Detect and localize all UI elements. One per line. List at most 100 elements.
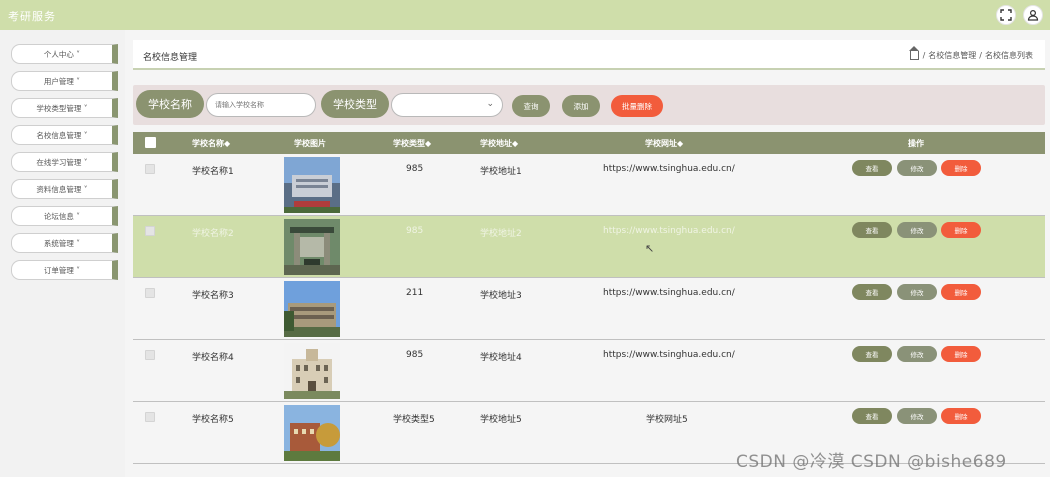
school-name: 学校名称2 [192,229,234,239]
row-checkbox[interactable] [145,226,155,236]
sidebar-item-orders[interactable]: 订单管理 ˅ [11,260,118,280]
column-header-address[interactable]: 学校地址◆ [480,138,518,149]
delete-button[interactable]: 删除 [941,284,981,300]
user-icon[interactable] [1023,5,1043,25]
breadcrumb-separator: / [922,51,926,60]
view-button[interactable]: 查看 [852,160,892,176]
sidebar-item-label: 在线学习管理 ˅ [36,157,88,167]
fullscreen-icon[interactable] [996,5,1016,25]
school-url: https://www.tsinghua.edu.cn/ [603,350,735,360]
mouse-cursor-icon: ↖ [645,242,655,255]
edit-button[interactable]: 修改 [897,408,937,424]
select-all-checkbox[interactable] [145,137,156,148]
school-name: 学校名称4 [192,353,234,363]
sidebar-item-label: 用户管理 ˅ [43,76,81,86]
add-button[interactable]: 添加 [562,95,600,117]
school-address: 学校地址4 [480,353,522,363]
sidebar-item-label: 名校信息管理 ˅ [36,130,88,140]
sidebar-item-label: 论坛信息 ˅ [43,211,81,221]
sidebar: 个人中心 ˅ 用户管理 ˅ 学校类型管理 ˅ 名校信息管理 ˅ 在线学习管理 ˅… [0,30,125,477]
row-checkbox[interactable] [145,412,155,422]
breadcrumb-item[interactable]: 名校信息管理 [928,50,976,61]
app-title: 考研服务 [8,10,56,23]
school-name: 学校名称1 [192,167,234,177]
query-button[interactable]: 查询 [512,95,550,117]
school-name-label: 学校名称 [136,90,204,118]
delete-button[interactable]: 删除 [941,222,981,238]
school-image [284,405,340,461]
column-header-actions: 操作 [908,139,924,148]
sidebar-item-school-type-management[interactable]: 学校类型管理 ˅ [11,98,118,118]
school-url: 学校网址5 [646,415,688,425]
view-button[interactable]: 查看 [852,408,892,424]
school-url: https://www.tsinghua.edu.cn/ [603,164,735,174]
column-header-url[interactable]: 学校网址◆ [645,138,683,149]
school-type: 985 [406,226,424,236]
breadcrumb-item-current: 名校信息列表 [985,51,1033,60]
chevron-down-icon: ⌄ [486,99,494,109]
title-bar: 名校信息管理 / 名校信息管理 / 名校信息列表 [133,40,1045,70]
school-name: 学校名称5 [192,415,234,425]
edit-button[interactable]: 修改 [897,160,937,176]
batch-delete-button[interactable]: 批量删除 [611,95,663,117]
view-button[interactable]: 查看 [852,222,892,238]
row-checkbox[interactable] [145,288,155,298]
sidebar-item-user-management[interactable]: 用户管理 ˅ [11,71,118,91]
edit-button[interactable]: 修改 [897,284,937,300]
watermark: CSDN @冷漠 CSDN @bishe689 [736,452,1007,472]
school-url: https://www.tsinghua.edu.cn/ [603,288,735,298]
sidebar-item-label: 资料信息管理 ˅ [36,184,88,194]
search-bar: 学校名称 学校类型 ⌄ 查询 添加 批量删除 [133,85,1045,125]
school-type: 211 [406,288,424,298]
school-type: 985 [406,164,424,174]
main-content: 名校信息管理 / 名校信息管理 / 名校信息列表 学校名称 学校类型 ⌄ 查询 … [125,30,1050,477]
breadcrumb-separator: / [979,51,982,60]
top-header: 考研服务 [0,0,1050,30]
school-image [284,219,340,275]
sidebar-item-personal-center[interactable]: 个人中心 ˅ [11,44,118,64]
view-button[interactable]: 查看 [852,346,892,362]
delete-button[interactable]: 删除 [941,408,981,424]
column-header-image: 学校图片 [294,139,326,148]
school-image [284,157,340,213]
school-address: 学校地址2 [480,229,522,239]
table-header: 学校名称◆ 学校图片 学校类型◆ 学校地址◆ 学校网址◆ 操作 [133,132,1045,154]
breadcrumb: / 名校信息管理 / 名校信息列表 [908,46,1033,61]
school-type-select[interactable]: ⌄ [391,93,503,117]
sidebar-item-label: 个人中心 ˅ [43,49,81,59]
row-checkbox[interactable] [145,350,155,360]
delete-button[interactable]: 删除 [941,346,981,362]
school-name-input[interactable] [206,93,316,117]
row-checkbox[interactable] [145,164,155,174]
school-type: 学校类型5 [393,415,435,425]
home-icon[interactable] [908,46,919,60]
sidebar-item-label: 学校类型管理 ˅ [36,103,88,113]
school-address: 学校地址5 [480,415,522,425]
school-address: 学校地址1 [480,167,522,177]
sidebar-item-online-learning[interactable]: 在线学习管理 ˅ [11,152,118,172]
sidebar-item-system[interactable]: 系统管理 ˅ [11,233,118,253]
sidebar-item-materials[interactable]: 资料信息管理 ˅ [11,179,118,199]
school-name: 学校名称3 [192,291,234,301]
sidebar-item-school-info-management[interactable]: 名校信息管理 ˅ [11,125,118,145]
sidebar-item-label: 系统管理 ˅ [43,238,81,248]
table-row[interactable]: 学校名称4 985 学校地址4 https://www.tsinghua.edu… [133,340,1045,402]
edit-button[interactable]: 修改 [897,346,937,362]
table-row[interactable]: 学校名称3 211 学校地址3 https://www.tsinghua.edu… [133,278,1045,340]
table-row[interactable]: 学校名称1 985 学校地址1 https://www.tsinghua.edu… [133,154,1045,216]
column-header-name[interactable]: 学校名称◆ [192,138,230,149]
school-type-label: 学校类型 [321,90,389,118]
edit-button[interactable]: 修改 [897,222,937,238]
school-type: 985 [406,350,424,360]
view-button[interactable]: 查看 [852,284,892,300]
delete-button[interactable]: 删除 [941,160,981,176]
school-image [284,343,340,399]
school-image [284,281,340,337]
page-title: 名校信息管理 [143,53,198,63]
sidebar-item-label: 订单管理 ˅ [43,265,81,275]
table-row[interactable]: 学校名称2 985 学校地址2 https://www.tsinghua.edu… [133,216,1045,278]
school-url: https://www.tsinghua.edu.cn/ [603,226,735,236]
sidebar-item-forum[interactable]: 论坛信息 ˅ [11,206,118,226]
column-header-type[interactable]: 学校类型◆ [393,138,431,149]
school-address: 学校地址3 [480,291,522,301]
